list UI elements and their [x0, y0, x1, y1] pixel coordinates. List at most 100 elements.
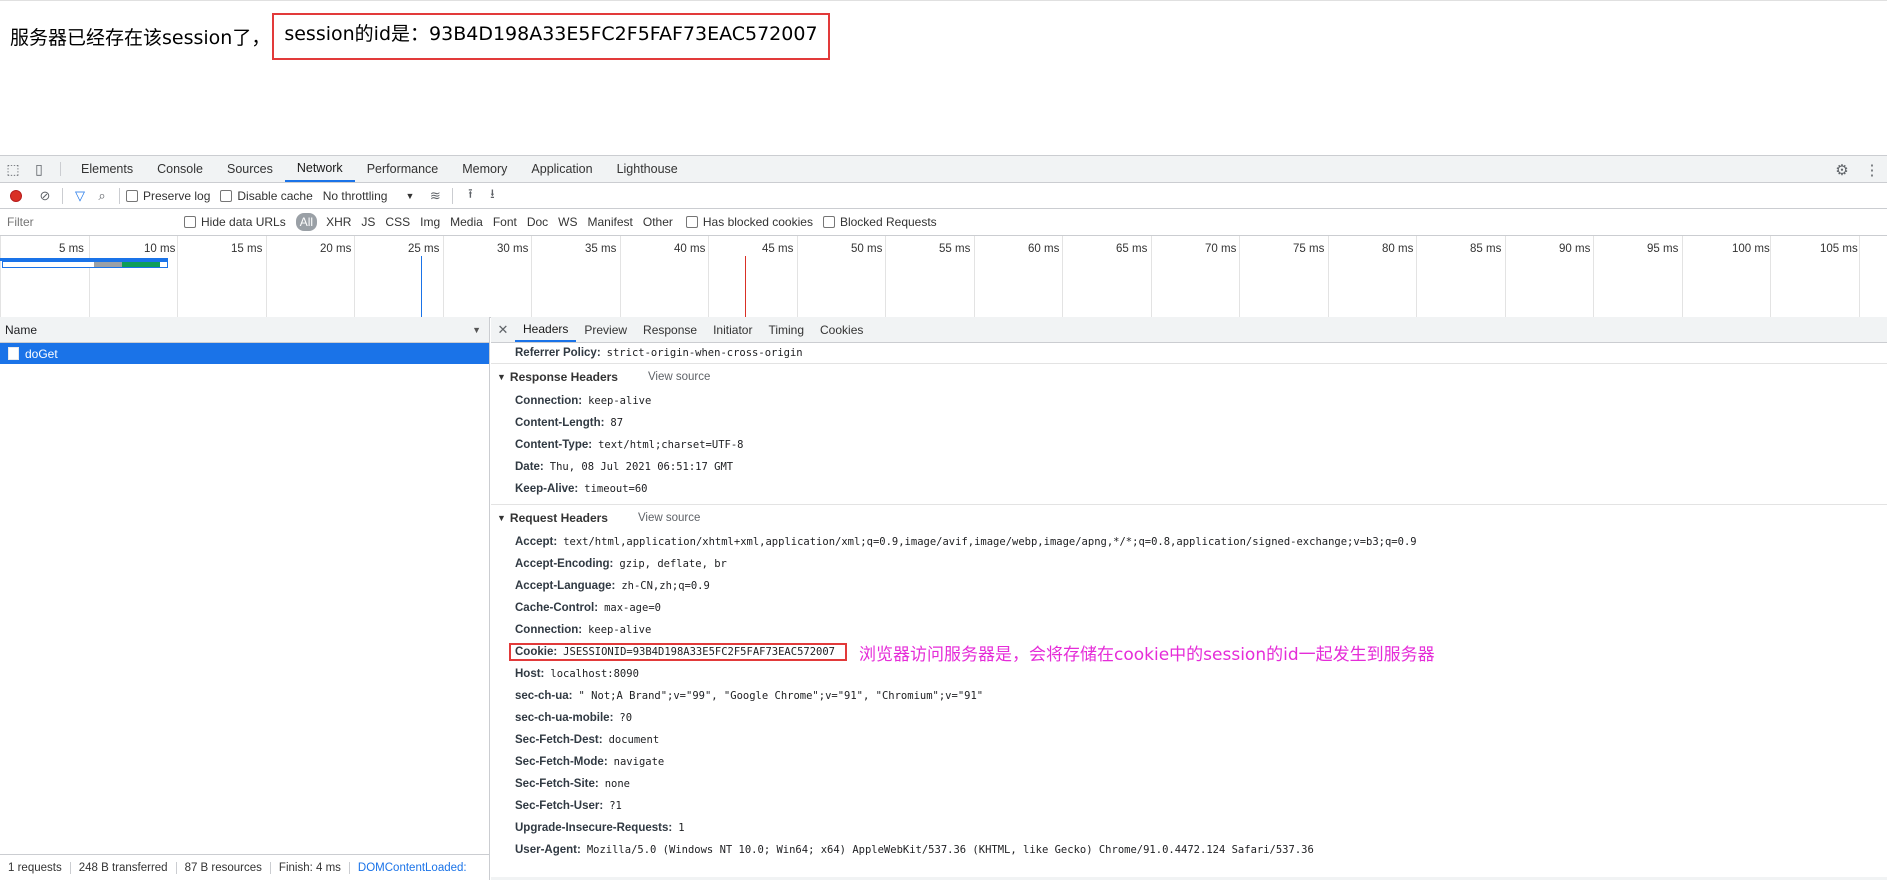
divider: [62, 187, 63, 204]
hide-data-urls-checkbox[interactable]: Hide data URLs: [184, 215, 286, 229]
header-row: Keep-Alive: timeout=60: [491, 478, 1887, 500]
record-icon[interactable]: [10, 189, 22, 202]
header-key: Host:: [515, 668, 545, 680]
header-row: Upgrade-Insecure-Requests: 1: [491, 817, 1887, 839]
timeline-tick: 100 ms: [1732, 243, 1770, 255]
request-row[interactable]: doGet: [0, 343, 489, 364]
header-key: User-Agent:: [515, 844, 581, 856]
has-blocked-cookies-label: Has blocked cookies: [702, 215, 813, 229]
header-value: keep-alive: [588, 624, 652, 636]
tab-performance[interactable]: Performance: [355, 156, 451, 182]
network-overview-timeline[interactable]: 5 ms 10 ms 15 ms 20 ms 25 ms 30 ms 35 ms…: [0, 236, 1887, 318]
header-row: sec-ch-ua: " Not;A Brand";v="99", "Google…: [491, 685, 1887, 707]
search-icon[interactable]: ⌕: [91, 188, 113, 204]
export-har-icon[interactable]: ⭳: [481, 185, 503, 207]
gear-icon[interactable]: ⚙: [1827, 161, 1857, 179]
network-conditions-icon[interactable]: ≋: [424, 188, 446, 204]
header-value: Mozilla/5.0 (Windows NT 10.0; Win64; x64…: [586, 844, 1314, 856]
header-key: Content-Type:: [515, 439, 593, 451]
timeline-tick: 70 ms: [1205, 243, 1237, 255]
header-key: Accept-Encoding:: [515, 558, 614, 570]
throttling-select[interactable]: No throttling ▼: [323, 189, 415, 203]
header-row: Accept-Encoding: gzip, deflate, br: [491, 553, 1887, 575]
filter-type-all[interactable]: All: [295, 213, 318, 231]
header-row: Date: Thu, 08 Jul 2021 06:51:17 GMT: [491, 456, 1887, 478]
network-toolbar: ⊘ ▽ ⌕ Preserve log Disable cache No thro…: [0, 183, 1887, 209]
header-value: 87: [610, 417, 624, 429]
tab-cookies[interactable]: Cookies: [812, 317, 871, 342]
network-split-view: Name ▼ doGet 1 requests 248 B transferre…: [0, 317, 1887, 880]
tab-elements[interactable]: Elements: [69, 156, 145, 182]
network-status-bar: 1 requests 248 B transferred 87 B resour…: [0, 854, 490, 880]
blocked-requests-checkbox[interactable]: Blocked Requests: [822, 215, 937, 229]
view-source-link[interactable]: View source: [638, 512, 700, 524]
blocked-requests-label: Blocked Requests: [839, 215, 937, 229]
timeline-tick: 25 ms: [408, 243, 440, 255]
filter-input[interactable]: [4, 213, 172, 231]
clear-icon[interactable]: ⊘: [34, 188, 56, 204]
has-blocked-cookies-checkbox[interactable]: Has blocked cookies: [685, 215, 813, 229]
tab-memory[interactable]: Memory: [450, 156, 519, 182]
filter-type-media[interactable]: Media: [445, 213, 488, 231]
tab-sources[interactable]: Sources: [215, 156, 285, 182]
device-toolbar-icon[interactable]: ▯: [26, 156, 52, 182]
request-list-header[interactable]: Name ▼: [0, 317, 489, 343]
tab-initiator[interactable]: Initiator: [705, 317, 760, 342]
timeline-tick: 10 ms: [144, 243, 176, 255]
disable-cache-checkbox[interactable]: Disable cache: [220, 188, 313, 203]
chevron-down-icon: ▼: [405, 190, 415, 201]
filter-type-xhr[interactable]: XHR: [321, 213, 356, 231]
details-tabbar: ✕ Headers Preview Response Initiator Tim…: [491, 317, 1887, 343]
inspect-element-icon[interactable]: ⬚: [0, 156, 26, 182]
filter-type-ws[interactable]: WS: [553, 213, 582, 231]
header-key: Upgrade-Insecure-Requests:: [515, 822, 673, 834]
more-options-icon[interactable]: ⋮: [1857, 161, 1887, 179]
tab-response[interactable]: Response: [635, 317, 705, 342]
view-source-link[interactable]: View source: [648, 371, 710, 383]
page-content: 服务器已经存在该session了， session的id是：93B4D198A33…: [0, 0, 1887, 155]
response-headers-toggle[interactable]: ▼ Response Headers View source: [491, 364, 1887, 390]
filter-type-js[interactable]: JS: [356, 213, 380, 231]
header-key: sec-ch-ua-mobile:: [515, 712, 614, 724]
timeline-tick: 50 ms: [851, 243, 883, 255]
request-headers-toggle[interactable]: ▼ Request Headers View source: [491, 505, 1887, 531]
chevron-down-icon: ▼: [472, 324, 481, 335]
tab-lighthouse[interactable]: Lighthouse: [605, 156, 690, 182]
header-value: strict-origin-when-cross-origin: [606, 347, 803, 359]
timeline-tick: 90 ms: [1559, 243, 1591, 255]
tab-application[interactable]: Application: [519, 156, 604, 182]
header-row: Cache-Control: max-age=0: [491, 597, 1887, 619]
tab-console[interactable]: Console: [145, 156, 215, 182]
tab-headers[interactable]: Headers: [515, 317, 577, 342]
tab-preview[interactable]: Preview: [576, 317, 635, 342]
tab-network[interactable]: Network: [284, 156, 355, 182]
header-row: Sec-Fetch-Mode: navigate: [491, 751, 1887, 773]
tab-timing[interactable]: Timing: [760, 317, 812, 342]
timeline-tick: 30 ms: [497, 243, 529, 255]
filter-type-other[interactable]: Other: [638, 213, 678, 231]
disable-cache-label: Disable cache: [237, 188, 313, 203]
filter-type-font[interactable]: Font: [488, 213, 522, 231]
timeline-download-bar: [122, 262, 160, 267]
timeline-tick: 75 ms: [1293, 243, 1325, 255]
timeline-tick: 40 ms: [674, 243, 706, 255]
filter-type-manifest[interactable]: Manifest: [583, 213, 638, 231]
header-key: Sec-Fetch-Site:: [515, 778, 599, 790]
header-value: zh-CN,zh;q=0.9: [621, 580, 710, 592]
column-name-header: Name: [5, 322, 38, 337]
header-row: Connection: keep-alive: [491, 390, 1887, 412]
filter-type-doc[interactable]: Doc: [522, 213, 553, 231]
filter-type-img[interactable]: Img: [415, 213, 445, 231]
import-har-icon[interactable]: ⭱: [459, 185, 481, 207]
filter-type-css[interactable]: CSS: [380, 213, 415, 231]
request-name: doGet: [25, 346, 58, 361]
filter-icon[interactable]: ▽: [69, 188, 91, 204]
preserve-log-checkbox[interactable]: Preserve log: [126, 189, 210, 203]
close-icon[interactable]: ✕: [491, 317, 515, 342]
header-value: text/html,application/xhtml+xml,applicat…: [563, 536, 1417, 548]
triangle-down-icon: ▼: [497, 372, 506, 382]
header-key: Keep-Alive:: [515, 483, 579, 495]
timeline-tick: 60 ms: [1028, 243, 1060, 255]
request-details: ✕ Headers Preview Response Initiator Tim…: [491, 317, 1887, 880]
header-key: Connection:: [515, 624, 583, 636]
